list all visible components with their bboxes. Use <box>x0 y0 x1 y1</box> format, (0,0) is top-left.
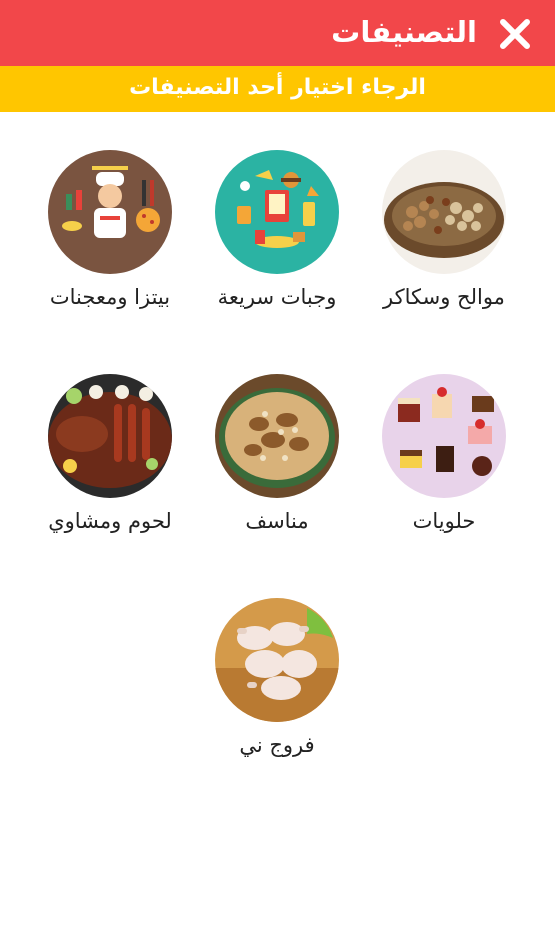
categories-grid: موالح وسكاكر وجبات سريعة بيتزا ومعجنات ح… <box>0 112 555 950</box>
category-label: حلويات <box>412 509 476 533</box>
desserts-image <box>382 374 506 498</box>
app-bar: التصنيفات <box>0 0 555 66</box>
close-icon[interactable] <box>495 14 535 54</box>
category-label: وجبات سريعة <box>217 285 337 309</box>
fast-food-image <box>215 150 339 274</box>
category-label: مناسف <box>245 509 309 533</box>
grilled-meat-image <box>48 374 172 498</box>
category-nuts-sweets[interactable]: موالح وسكاكر <box>354 150 534 312</box>
instruction-banner: الرجاء اختيار أحد التصنيفات <box>0 66 555 112</box>
mansaf-image <box>215 374 339 498</box>
raw-chicken-image <box>215 598 339 722</box>
category-mansaf[interactable]: مناسف <box>187 374 367 536</box>
category-label: فروج ني <box>239 733 315 757</box>
pizza-chef-image <box>48 150 172 274</box>
category-fast-food[interactable]: وجبات سريعة <box>187 150 367 312</box>
nuts-image <box>382 150 506 274</box>
category-desserts[interactable]: حلويات <box>354 374 534 536</box>
category-raw-chicken[interactable]: فروج ني <box>187 598 367 760</box>
category-label: بيتزا ومعجنات <box>49 285 171 309</box>
page-title: التصنيفات <box>331 15 477 49</box>
category-label: لحوم ومشاوي <box>48 509 172 533</box>
category-pizza-pastries[interactable]: بيتزا ومعجنات <box>20 150 200 312</box>
category-label: موالح وسكاكر <box>383 285 505 309</box>
category-meat-grills[interactable]: لحوم ومشاوي <box>20 374 200 536</box>
